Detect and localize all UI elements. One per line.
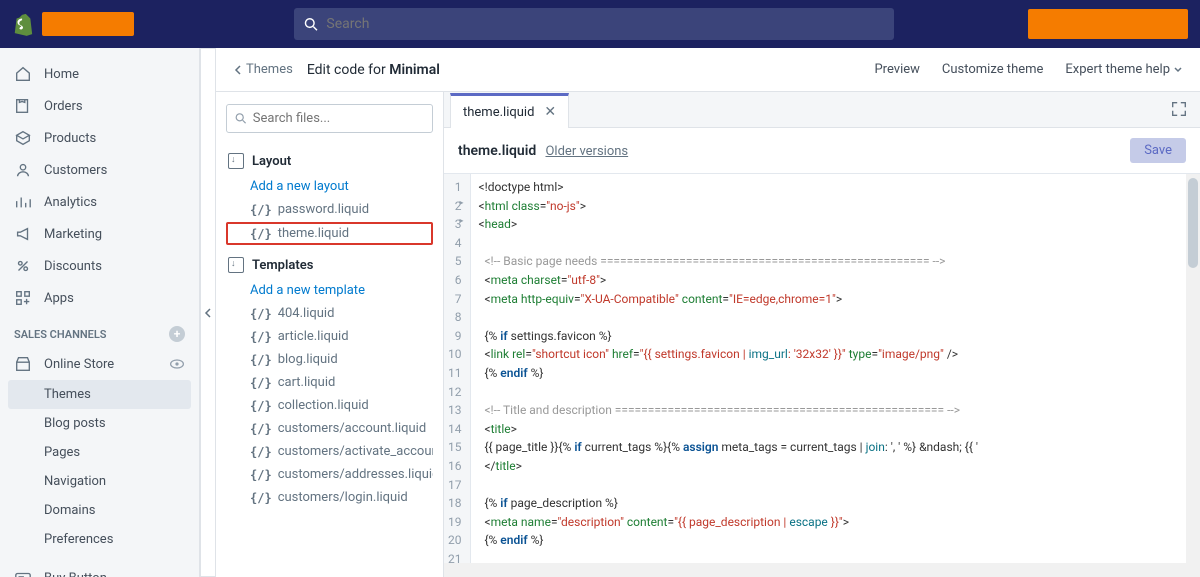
file-title-bar: theme.liquid Older versions Save bbox=[444, 128, 1200, 174]
code-editor[interactable]: 1234567891011121314151617181920212223242… bbox=[444, 174, 1200, 577]
close-tab-icon[interactable]: ✕ bbox=[544, 104, 556, 120]
file-404-liquid[interactable]: {/} 404.liquid bbox=[226, 302, 433, 325]
apps-icon bbox=[14, 289, 32, 307]
topbar bbox=[0, 0, 1200, 48]
analytics-icon bbox=[14, 193, 32, 211]
file-article-liquid[interactable]: {/} article.liquid bbox=[226, 325, 433, 348]
add-template-link[interactable]: Add a new template bbox=[226, 279, 433, 302]
account-redacted[interactable] bbox=[1028, 9, 1188, 39]
liquid-file-icon: {/} bbox=[250, 468, 272, 482]
vertical-scrollbar[interactable] bbox=[1186, 174, 1200, 577]
search-icon bbox=[235, 112, 247, 125]
expert-help-button[interactable]: Expert theme help bbox=[1065, 62, 1182, 77]
nav-orders[interactable]: Orders bbox=[0, 90, 199, 122]
orders-icon bbox=[14, 97, 32, 115]
nav-domains[interactable]: Domains bbox=[0, 496, 199, 525]
file-search-input[interactable] bbox=[253, 111, 424, 126]
editor-area: Themes Edit code for Minimal Preview Cus… bbox=[216, 48, 1200, 577]
file-customers-addresses-liquid[interactable]: {/} customers/addresses.liquid bbox=[226, 463, 433, 486]
left-nav: HomeOrdersProductsCustomersAnalyticsMark… bbox=[0, 48, 200, 577]
folder-templates[interactable]: Templates bbox=[226, 251, 433, 279]
search-icon bbox=[304, 17, 318, 32]
nav-buy-button[interactable]: Buy Button bbox=[0, 562, 199, 577]
customers-icon bbox=[14, 161, 32, 179]
view-store-icon[interactable] bbox=[169, 356, 185, 372]
nav-analytics[interactable]: Analytics bbox=[0, 186, 199, 218]
liquid-file-icon: {/} bbox=[250, 491, 272, 505]
sales-channels-header: SALES CHANNELS + bbox=[0, 314, 199, 348]
nav-apps[interactable]: Apps bbox=[0, 282, 199, 314]
logo-area bbox=[12, 12, 134, 36]
liquid-file-icon: {/} bbox=[250, 376, 272, 390]
nav-blog-posts[interactable]: Blog posts bbox=[0, 409, 199, 438]
code-content[interactable]: <!doctype html><html class="no-js"><head… bbox=[471, 174, 978, 577]
save-button[interactable]: Save bbox=[1130, 138, 1186, 163]
nav-online-store[interactable]: Online Store bbox=[0, 348, 128, 380]
nav-discounts[interactable]: Discounts bbox=[0, 250, 199, 282]
customize-theme-button[interactable]: Customize theme bbox=[942, 62, 1044, 77]
add-layout-link[interactable]: Add a new layout bbox=[226, 175, 433, 198]
edit-title: Edit code for Minimal bbox=[307, 62, 440, 78]
nav-preferences[interactable]: Preferences bbox=[0, 525, 199, 554]
liquid-file-icon: {/} bbox=[250, 353, 272, 367]
nav-marketing[interactable]: Marketing bbox=[0, 218, 199, 250]
current-file-name: theme.liquid bbox=[458, 143, 536, 159]
liquid-file-icon: {/} bbox=[250, 445, 272, 459]
editor-header: Themes Edit code for Minimal Preview Cus… bbox=[216, 48, 1200, 92]
code-panel: theme.liquid ✕ theme.liquid Older versio… bbox=[444, 92, 1200, 577]
folder-layout[interactable]: Layout bbox=[226, 147, 433, 175]
file-cart-liquid[interactable]: {/} cart.liquid bbox=[226, 371, 433, 394]
horizontal-scrollbar[interactable] bbox=[444, 563, 1186, 577]
file-theme-liquid[interactable]: {/} theme.liquid bbox=[226, 222, 433, 245]
liquid-file-icon: {/} bbox=[250, 330, 272, 344]
file-password-liquid[interactable]: {/} password.liquid bbox=[226, 198, 433, 221]
older-versions-link[interactable]: Older versions bbox=[545, 144, 628, 159]
line-gutter: 1234567891011121314151617181920212223242… bbox=[444, 174, 471, 577]
store-icon bbox=[14, 355, 32, 373]
liquid-file-icon: {/} bbox=[250, 203, 272, 217]
home-icon bbox=[14, 65, 32, 83]
back-to-themes[interactable]: Themes bbox=[234, 62, 293, 77]
nav-pages[interactable]: Pages bbox=[0, 438, 199, 467]
discounts-icon bbox=[14, 257, 32, 275]
file-customers-account-liquid[interactable]: {/} customers/account.liquid bbox=[226, 417, 433, 440]
tab-bar: theme.liquid ✕ bbox=[444, 92, 1200, 128]
collapse-sidebar-button[interactable] bbox=[200, 48, 216, 577]
liquid-file-icon: {/} bbox=[250, 399, 272, 413]
nav-themes[interactable]: Themes bbox=[8, 380, 191, 409]
global-search[interactable] bbox=[294, 8, 894, 40]
nav-products[interactable]: Products bbox=[0, 122, 199, 154]
tab-theme-liquid[interactable]: theme.liquid ✕ bbox=[450, 93, 569, 128]
expand-icon[interactable] bbox=[1170, 100, 1188, 118]
folder-icon bbox=[228, 257, 244, 273]
file-customers-activate_account-li[interactable]: {/} customers/activate_account.li bbox=[226, 440, 433, 463]
add-channel-icon[interactable]: + bbox=[169, 326, 185, 342]
file-blog-liquid[interactable]: {/} blog.liquid bbox=[226, 348, 433, 371]
chevron-down-icon bbox=[1174, 67, 1182, 73]
buy-button-icon bbox=[14, 569, 32, 577]
chevron-left-icon bbox=[234, 65, 242, 75]
products-icon bbox=[14, 129, 32, 147]
liquid-file-icon: {/} bbox=[250, 227, 272, 241]
store-name-redacted bbox=[42, 12, 134, 36]
marketing-icon bbox=[14, 225, 32, 243]
file-collection-liquid[interactable]: {/} collection.liquid bbox=[226, 394, 433, 417]
nav-customers[interactable]: Customers bbox=[0, 154, 199, 186]
file-search[interactable] bbox=[226, 104, 433, 133]
liquid-file-icon: {/} bbox=[250, 307, 272, 321]
preview-button[interactable]: Preview bbox=[874, 62, 919, 77]
nav-home[interactable]: Home bbox=[0, 58, 199, 90]
topbar-right bbox=[1028, 9, 1188, 39]
folder-icon bbox=[228, 153, 244, 169]
file-customers-login-liquid[interactable]: {/} customers/login.liquid bbox=[226, 486, 433, 509]
liquid-file-icon: {/} bbox=[250, 422, 272, 436]
file-panel: Layout Add a new layout {/} password.liq… bbox=[216, 92, 444, 577]
search-input[interactable] bbox=[326, 16, 884, 32]
shopify-logo-icon bbox=[12, 12, 34, 36]
nav-navigation[interactable]: Navigation bbox=[0, 467, 199, 496]
